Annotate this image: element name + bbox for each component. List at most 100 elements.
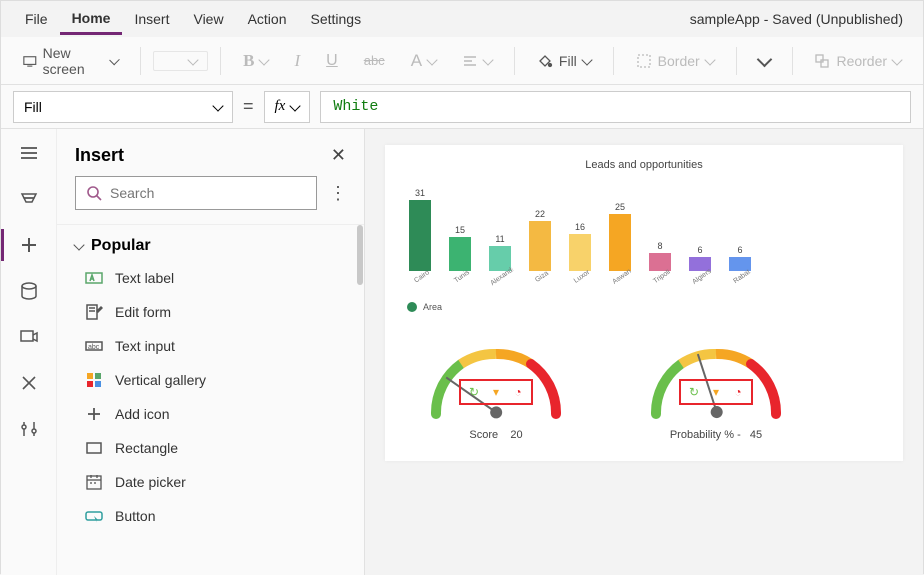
- border-button[interactable]: Border: [626, 49, 724, 73]
- bar: 15: [447, 225, 473, 271]
- app-title: sampleApp - Saved (Unpublished): [690, 11, 911, 27]
- insert-item-button[interactable]: Button: [57, 499, 364, 533]
- underline-button[interactable]: U: [316, 48, 348, 74]
- bar: 31: [407, 188, 433, 271]
- gauge-toolbar-highlight: ↻ ▾ ◔: [679, 379, 753, 405]
- chevron-down-icon: [704, 54, 715, 65]
- left-rail: [1, 129, 57, 575]
- svg-text:abc: abc: [88, 344, 100, 351]
- gauge-label: Probability % -: [670, 429, 741, 441]
- insert-item-label: Rectangle: [115, 440, 178, 456]
- hamburger-icon[interactable]: [19, 143, 39, 163]
- canvas[interactable]: Leads and opportunities 311511221625866 …: [365, 129, 923, 575]
- filter-icon[interactable]: ▾: [489, 385, 503, 399]
- menu-settings[interactable]: Settings: [299, 5, 374, 33]
- bar: 11: [487, 234, 513, 271]
- section-popular[interactable]: Popular: [57, 225, 364, 261]
- search-icon: [86, 185, 102, 201]
- font-select[interactable]: [153, 51, 208, 71]
- insert-item-label: Text label: [115, 270, 174, 286]
- insert-item-label: Edit form: [115, 304, 171, 320]
- border-icon: [636, 53, 652, 69]
- insert-item-label: Button: [115, 508, 155, 524]
- chevron-down-icon: [73, 239, 84, 250]
- bar: 25: [607, 202, 633, 271]
- bar-chart: 311511221625866: [401, 179, 887, 271]
- expand-button[interactable]: [749, 50, 780, 71]
- bar-chart-labels: CairoTunisAlexandriaGizaLuxorAswanTripol…: [401, 271, 887, 294]
- formula-bar: Fill = fx White: [1, 85, 923, 129]
- fx-button[interactable]: fx: [264, 91, 311, 123]
- insert-item-vertical-gallery[interactable]: Vertical gallery: [57, 363, 364, 397]
- bar: 22: [527, 209, 553, 271]
- media-icon[interactable]: [19, 327, 39, 347]
- gauge-toolbar-highlight: ↻ ▾ ◔: [459, 379, 533, 405]
- chart-type-icon[interactable]: ◔: [731, 385, 745, 399]
- gauge-value: 20: [510, 429, 522, 441]
- menu-action[interactable]: Action: [236, 5, 299, 33]
- refresh-icon[interactable]: ↻: [467, 385, 481, 399]
- insert-item-add-icon[interactable]: Add icon: [57, 397, 364, 431]
- insert-panel-title: Insert: [75, 145, 124, 166]
- reorder-icon: [814, 53, 830, 69]
- gauge-label: Score: [469, 429, 498, 441]
- font-color-button[interactable]: A: [401, 47, 446, 75]
- gauge-score: ↻ ▾ ◔ Score 20: [421, 334, 571, 441]
- chevron-down-icon: [290, 100, 301, 111]
- insert-item-rectangle[interactable]: Rectangle: [57, 431, 364, 465]
- insert-item-label: Date picker: [115, 474, 186, 490]
- insert-item-date-picker[interactable]: Date picker: [57, 465, 364, 499]
- bar: 16: [567, 222, 593, 271]
- chart-title: Leads and opportunities: [401, 159, 887, 171]
- gauge-value: 45: [750, 429, 762, 441]
- chevron-down-icon: [426, 54, 437, 65]
- screen-icon: [23, 53, 37, 69]
- chevron-down-icon: [891, 54, 902, 65]
- tree-view-icon[interactable]: [19, 189, 39, 209]
- italic-button[interactable]: I: [284, 47, 310, 75]
- menu-view[interactable]: View: [181, 5, 235, 33]
- insert-list: Popular Text label Edit form abc Text in…: [57, 224, 364, 575]
- paint-bucket-icon: [537, 53, 553, 69]
- bold-button[interactable]: B: [233, 47, 278, 75]
- insert-item-label: Text input: [115, 338, 175, 354]
- scrollbar-thumb[interactable]: [357, 225, 363, 285]
- property-selector[interactable]: Fill: [13, 91, 233, 123]
- vertical-gallery-icon: [85, 371, 103, 389]
- filter-icon[interactable]: ▾: [709, 385, 723, 399]
- ribbon-toolbar: New screen B I U abc A Fill Border Reord…: [1, 37, 923, 85]
- add-icon-icon: [85, 405, 103, 423]
- chevron-down-icon: [110, 54, 121, 65]
- align-button[interactable]: [452, 49, 502, 73]
- advanced-tools-icon[interactable]: [19, 419, 39, 439]
- text-label-icon: [85, 269, 103, 287]
- fill-button[interactable]: Fill: [527, 49, 601, 73]
- chevron-down-icon: [482, 54, 493, 65]
- insert-item-text-label[interactable]: Text label: [57, 261, 364, 295]
- edit-form-icon: [85, 303, 103, 321]
- insert-item-text-input[interactable]: abc Text input: [57, 329, 364, 363]
- equals-label: =: [243, 96, 254, 117]
- chevron-down-icon: [259, 54, 270, 65]
- chart-type-icon[interactable]: ◔: [511, 385, 525, 399]
- close-icon[interactable]: ✕: [331, 145, 346, 166]
- data-icon[interactable]: [19, 281, 39, 301]
- chevron-down-icon: [212, 100, 223, 111]
- strike-button[interactable]: abc: [354, 49, 395, 72]
- menu-home[interactable]: Home: [60, 4, 123, 35]
- search-input[interactable]: [75, 176, 317, 210]
- menu-file[interactable]: File: [13, 5, 60, 33]
- reorder-button[interactable]: Reorder: [804, 49, 911, 73]
- menu-insert[interactable]: Insert: [122, 5, 181, 33]
- insert-item-edit-form[interactable]: Edit form: [57, 295, 364, 329]
- insert-icon[interactable]: [19, 235, 39, 255]
- text-input-icon: abc: [85, 337, 103, 355]
- button-icon: [85, 507, 103, 525]
- insert-item-label: Vertical gallery: [115, 372, 206, 388]
- formula-input[interactable]: White: [320, 91, 911, 123]
- chart-legend: Area: [407, 302, 887, 312]
- more-options-icon[interactable]: ⋮: [329, 183, 346, 204]
- refresh-icon[interactable]: ↻: [687, 385, 701, 399]
- variables-icon[interactable]: [19, 373, 39, 393]
- new-screen-button[interactable]: New screen: [13, 41, 128, 81]
